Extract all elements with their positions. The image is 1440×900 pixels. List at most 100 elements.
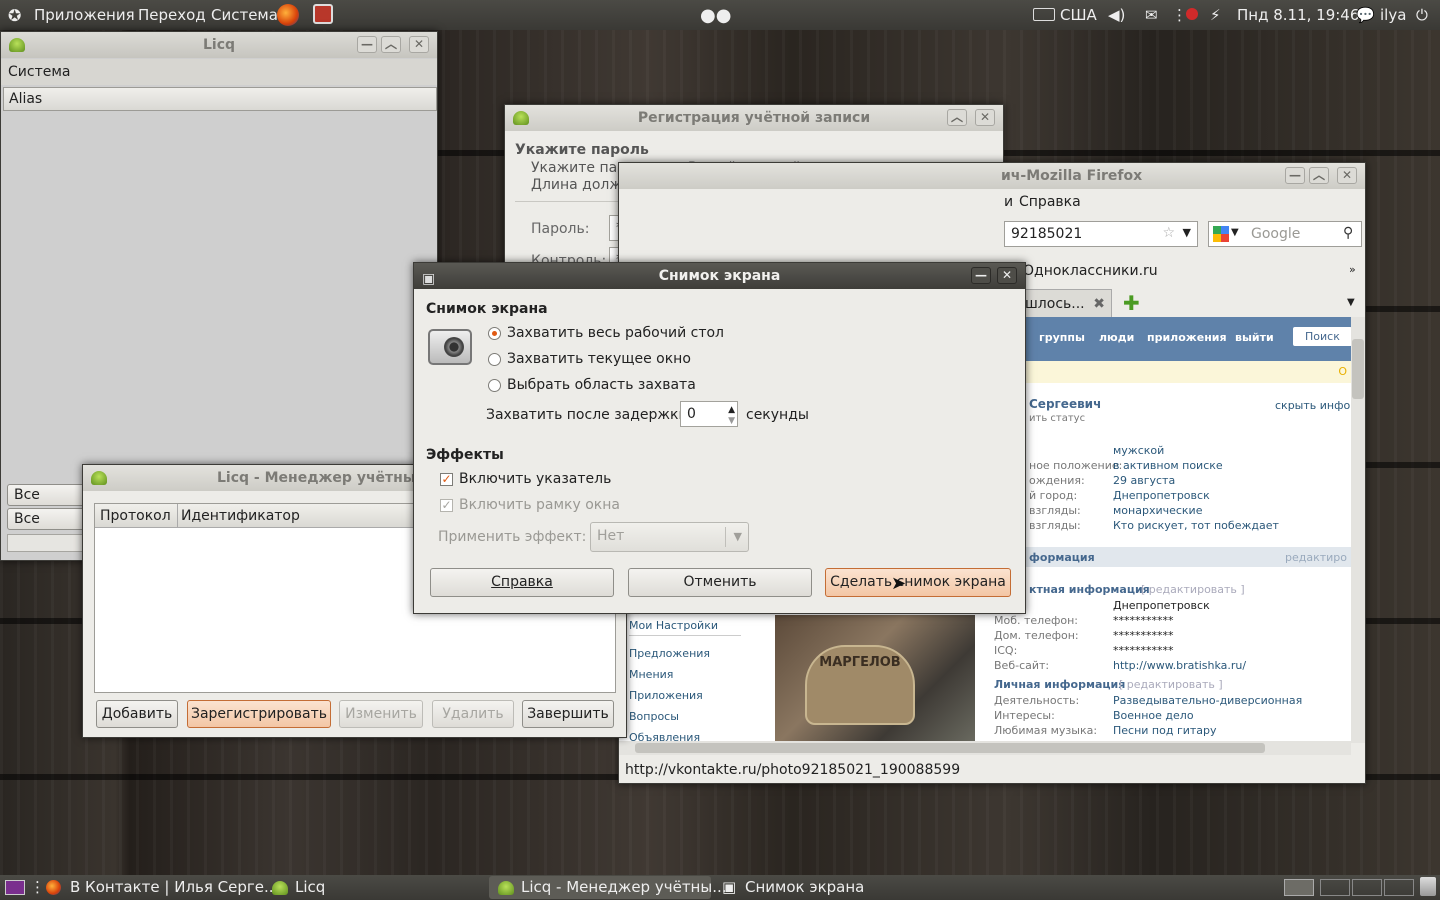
bookmarks-overflow-icon[interactable]: » [1349,263,1356,276]
firefox-title-bar[interactable]: ич-Mozilla Firefox — ︿ ✕ [619,163,1365,189]
vk-left-link[interactable]: Приложения [629,689,703,702]
engine-dropdown-icon[interactable]: ▼ [1231,227,1239,238]
vk-edit-link[interactable]: [ редактировать ] [1119,678,1223,691]
google-icon[interactable] [1213,226,1229,242]
radio-whole-desktop[interactable] [488,327,501,340]
checkbox-window-border[interactable]: ✓ [440,499,453,512]
places-menu[interactable]: Переход [138,6,206,24]
cancel-button[interactable]: Отменить [628,568,812,597]
add-button[interactable]: Добавить [96,700,178,728]
group-filter-button[interactable]: Все польз [7,484,87,523]
vk-nav-apps[interactable]: приложения [1147,331,1227,344]
volume-icon[interactable]: ◀) [1108,6,1125,24]
scrollbar-thumb[interactable] [1352,339,1364,399]
vk-search-button[interactable]: Поиск [1293,327,1351,346]
register-button[interactable]: Зарегистрировать [187,700,331,728]
vk-status-link[interactable]: ить статус [1029,413,1085,424]
workspace-4[interactable] [1384,879,1414,896]
task-screenshot[interactable]: Снимок экрана [745,878,864,896]
url-dropdown-icon[interactable]: ▼ [1183,226,1191,239]
close-button[interactable]: ✕ [409,36,429,53]
notification-icon[interactable] [1186,8,1198,20]
message-field[interactable] [7,534,87,552]
vk-edit-link[interactable]: редактиро [1285,551,1347,564]
finish-button[interactable]: Завершить [522,700,614,728]
label-include-pointer[interactable]: Включить указатель [459,471,611,487]
delay-spinbox[interactable]: 0 ▲ ▼ [680,401,738,427]
vk-nav-logout[interactable]: выйти [1235,331,1274,344]
label-current-window[interactable]: Захватить текущее окно [507,351,691,367]
vk-left-link[interactable]: Вопросы [629,710,679,723]
vk-edit-link[interactable]: [ редактировать ] [1141,583,1245,596]
radio-current-window[interactable] [488,353,501,366]
minimize-button[interactable]: — [971,267,991,284]
workspace-2[interactable] [1320,879,1350,896]
search-bar[interactable]: ▼ Google ⚲ [1208,221,1362,247]
firefox-menu-fragment[interactable]: и [1004,194,1013,210]
checkbox-include-pointer[interactable]: ✓ [440,473,453,486]
scrollbar-thumb[interactable] [635,743,1265,753]
vk-nav-people[interactable]: люди [1099,331,1134,344]
registration-title-bar[interactable]: Регистрация учётной записи ︿ ✕ [505,105,1003,131]
clock[interactable]: Пнд 8.11, 19:46 [1237,6,1359,24]
tab-close-icon[interactable]: ✖ [1093,296,1105,312]
power-icon[interactable]: ⏻ [1416,6,1428,24]
label-select-area[interactable]: Выбрать область захвата [507,377,696,393]
vk-website-link[interactable]: http://www.bratishka.ru/ [1113,659,1246,672]
ubuntu-logo-icon[interactable]: ✪ [8,6,21,25]
licq-system-menu[interactable]: Система [8,64,70,80]
vk-info-value[interactable]: в активном поиске [1113,459,1223,472]
tab-list-icon[interactable]: ▼ [1347,297,1355,308]
column-protocol[interactable]: Протокол [100,508,171,524]
close-button[interactable]: ✕ [1337,167,1357,184]
keyboard-layout[interactable]: США [1060,6,1097,24]
chat-status-icon[interactable]: 💬 [1356,6,1375,24]
vk-personal-value[interactable]: Военное дело [1113,709,1194,722]
radio-select-area[interactable] [488,379,501,392]
maximize-button[interactable]: ︿ [1309,167,1329,184]
trash-icon[interactable] [1420,877,1436,896]
vertical-scrollbar[interactable] [1351,317,1365,743]
firefox-help-menu[interactable]: Справка [1019,194,1081,210]
vk-hide-info-link[interactable]: скрыть инфор [1275,399,1351,412]
user-menu[interactable]: ilya [1380,6,1406,24]
minimize-button[interactable]: — [1285,167,1305,184]
edit-button[interactable]: Изменить [339,700,423,728]
vk-info-value[interactable]: монархические [1113,504,1202,517]
close-button[interactable]: ✕ [975,109,995,126]
applications-menu[interactable]: Приложения [34,6,135,24]
vk-info-value[interactable]: мужской [1113,444,1164,457]
vk-left-link[interactable]: Мои Настройки [629,619,718,632]
keyboard-icon[interactable] [1033,8,1055,21]
maximize-button[interactable]: ︿ [947,109,967,126]
vk-left-link[interactable]: Предложения [629,647,710,660]
network-icon[interactable]: ⚡ [1210,6,1221,24]
vk-info-value[interactable]: Днепропетровск [1113,489,1210,502]
screenshot-launcher-icon[interactable] [313,4,333,24]
firefox-launcher-icon[interactable] [277,4,299,26]
task-account-manager[interactable]: Licq - Менеджер учётны... [521,878,727,896]
take-screenshot-button[interactable]: Сделать снимок экрана [825,568,1011,597]
vk-personal-value[interactable]: Песни под гитару [1113,724,1217,737]
close-button[interactable]: ✕ [997,267,1017,284]
workspace-1[interactable] [1284,879,1314,896]
status-button[interactable]: Все польз [7,508,87,547]
maximize-button[interactable]: ︿ [381,36,401,53]
horizontal-scrollbar[interactable] [619,741,1351,755]
vk-left-link[interactable]: Мнения [629,668,673,681]
spin-down-icon[interactable]: ▼ [728,409,735,433]
vk-profile-photo[interactable]: МАРГЕЛОВ [775,615,975,743]
column-identifier[interactable]: Идентификатор [181,508,300,524]
delete-button[interactable]: Удалить [432,700,514,728]
minimize-button[interactable]: — [357,36,377,53]
system-menu[interactable]: Система [211,6,278,24]
search-icon[interactable]: ⚲ [1343,225,1353,241]
bookmark-odnoklassniki[interactable]: Одноклассники.ru [1023,263,1158,279]
new-tab-icon[interactable]: ✚ [1123,291,1140,315]
screenshot-title-bar[interactable]: ▣ Снимок экрана — ✕ [414,263,1025,289]
tab-vkontakte[interactable]: шлось... ✖ [1014,289,1112,317]
help-button[interactable]: Справка [430,568,614,597]
label-window-border[interactable]: Включить рамку окна [459,497,620,513]
vk-personal-value[interactable]: Разведывательно-диверсионная [1113,694,1302,707]
vk-nav-groups[interactable]: группы [1039,331,1085,344]
